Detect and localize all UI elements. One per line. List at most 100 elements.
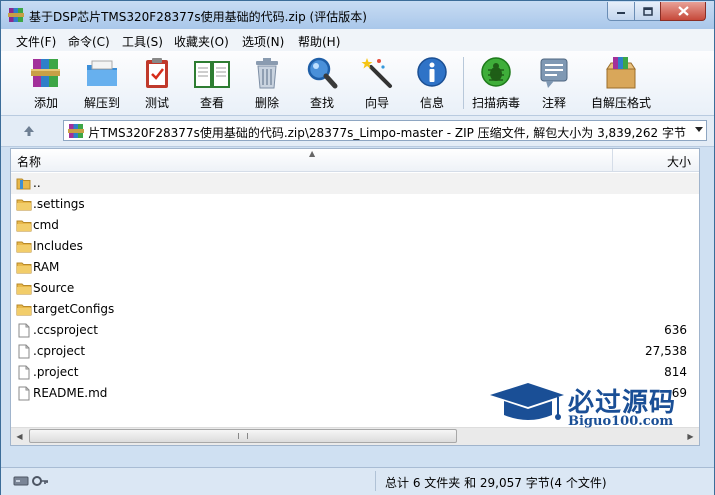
menu-bar: 文件(F) 命令(C) 工具(S) 收藏夹(O) 选项(N) 帮助(H) [1,29,714,52]
up-folder-button[interactable] [17,121,41,141]
title-bar[interactable]: 基于DSP芯片TMS320F28377s使用基础的代码.zip (评估版本) [1,1,714,29]
folder-icon [16,304,32,316]
scroll-left-icon[interactable]: ◀ [11,428,28,445]
info-label: 信息 [419,96,444,110]
file-rows: .. .settings cmd Includes RAM Source targetCon… [11,173,699,404]
file-row[interactable]: .cproject 27,538 [11,341,699,362]
address-bar: 基于DSP芯片TMS320F28377s使用基础的代码.zip\28377s_L… [1,116,714,147]
folder-row[interactable]: RAM [11,257,699,278]
parent-folder-icon [16,178,31,190]
test-label: 测试 [144,96,169,110]
status-separator [375,471,376,491]
file-row[interactable]: .project 814 [11,362,699,383]
comment-button[interactable]: 注释 [526,55,582,113]
folder-row[interactable]: targetConfigs [11,299,699,320]
menu-file[interactable]: 文件(F) [16,33,56,50]
folder-row[interactable]: .settings [11,194,699,215]
file-size: 814 [664,365,687,379]
folder-icon [16,283,32,295]
magic-wand-icon [361,58,392,88]
column-separator[interactable] [612,149,613,171]
menu-options[interactable]: 选项(N) [242,33,284,50]
file-name: .ccsproject [33,323,98,337]
scan-virus-label: 扫描病毒 [471,96,520,110]
folder-row[interactable]: cmd [11,215,699,236]
address-path-combobox[interactable]: 基于DSP芯片TMS320F28377s使用基础的代码.zip\28377s_L… [63,120,707,141]
chevron-down-icon[interactable] [695,127,703,132]
folder-icon [16,220,32,232]
column-name-header[interactable]: 名称 [17,153,41,170]
winrar-app-icon[interactable] [8,7,24,23]
file-icon [18,386,30,401]
file-row[interactable]: .ccsproject 636 [11,320,699,341]
sort-ascending-icon: ▲ [309,149,316,158]
watermark-url: Biguo100.com [568,414,674,429]
file-name: RAM [33,260,60,274]
test-button[interactable]: 测试 [129,55,185,113]
toolbar: 添加 解压到 测试 查看 删除 查找 向导 信息 扫描病毒 注释 自解压格式 [1,51,714,116]
wizard-label: 向导 [364,96,389,110]
minimize-button[interactable] [607,2,635,21]
menu-commands[interactable]: 命令(C) [68,33,110,50]
add-button[interactable]: 添加 [18,55,74,113]
view-button[interactable]: 查看 [184,55,240,113]
scan-virus-button[interactable]: 扫描病毒 [468,55,524,113]
minimize-icon [617,12,625,14]
scrollbar-thumb[interactable] [29,429,457,443]
delete-label: 删除 [254,96,279,110]
file-size: 636 [664,323,687,337]
clipboard-check-icon [146,58,168,88]
add-label: 添加 [33,96,58,110]
drive-key-icon[interactable] [13,474,49,488]
trash-can-icon [256,58,278,89]
column-size-header[interactable]: 大小 [667,153,691,170]
info-button[interactable]: 信息 [404,55,460,113]
parent-folder-row[interactable]: .. [11,173,699,194]
comment-icon [540,58,568,88]
find-button[interactable]: 查找 [294,55,350,113]
sfx-label: 自解压格式 [590,96,651,110]
file-name: README.md [33,386,108,400]
folder-icon [16,199,32,211]
file-name: Includes [33,239,83,253]
status-bar: 总计 6 文件夹 和 29,057 字节(4 个文件) [1,467,714,495]
maximize-button[interactable] [634,2,661,21]
view-label: 查看 [199,96,224,110]
folder-row[interactable]: Source [11,278,699,299]
file-name: .settings [33,197,85,211]
delete-button[interactable]: 删除 [239,55,295,113]
find-label: 查找 [309,96,334,110]
wizard-button[interactable]: 向导 [349,55,405,113]
folder-extract-icon [87,60,117,86]
grip-icon [238,433,248,439]
file-name: .cproject [33,344,86,358]
file-icon [18,344,30,359]
archive-icon [68,124,84,138]
close-button[interactable] [660,2,706,21]
winrar-window: 基于DSP芯片TMS320F28377s使用基础的代码.zip (评估版本) 文… [0,0,715,495]
arrow-up-icon [24,126,34,136]
menu-favorites[interactable]: 收藏夹(O) [174,33,229,50]
window-title: 基于DSP芯片TMS320F28377s使用基础的代码.zip (评估版本) [29,10,367,24]
address-path-text: 基于DSP芯片TMS320F28377s使用基础的代码.zip\28377s_L… [88,126,686,140]
toolbar-separator [463,57,464,109]
file-name: .. [33,176,41,190]
info-icon [417,57,447,87]
sfx-button[interactable]: 自解压格式 [589,55,653,113]
file-name: cmd [33,218,59,232]
file-name: Source [33,281,75,295]
menu-help[interactable]: 帮助(H) [298,33,340,50]
extract-to-button[interactable]: 解压到 [74,55,130,113]
status-summary: 总计 6 文件夹 和 29,057 字节(4 个文件) [385,476,607,490]
file-size: 27,538 [645,344,687,358]
close-icon [677,6,689,16]
open-book-icon [194,61,230,88]
sfx-box-icon [606,57,636,89]
maximize-icon [642,6,653,16]
comment-label: 注释 [541,96,566,110]
menu-tools[interactable]: 工具(S) [122,33,163,50]
file-icon [18,365,30,380]
graduation-cap-icon [490,383,564,420]
bug-scan-icon [481,57,511,87]
folder-row[interactable]: Includes [11,236,699,257]
